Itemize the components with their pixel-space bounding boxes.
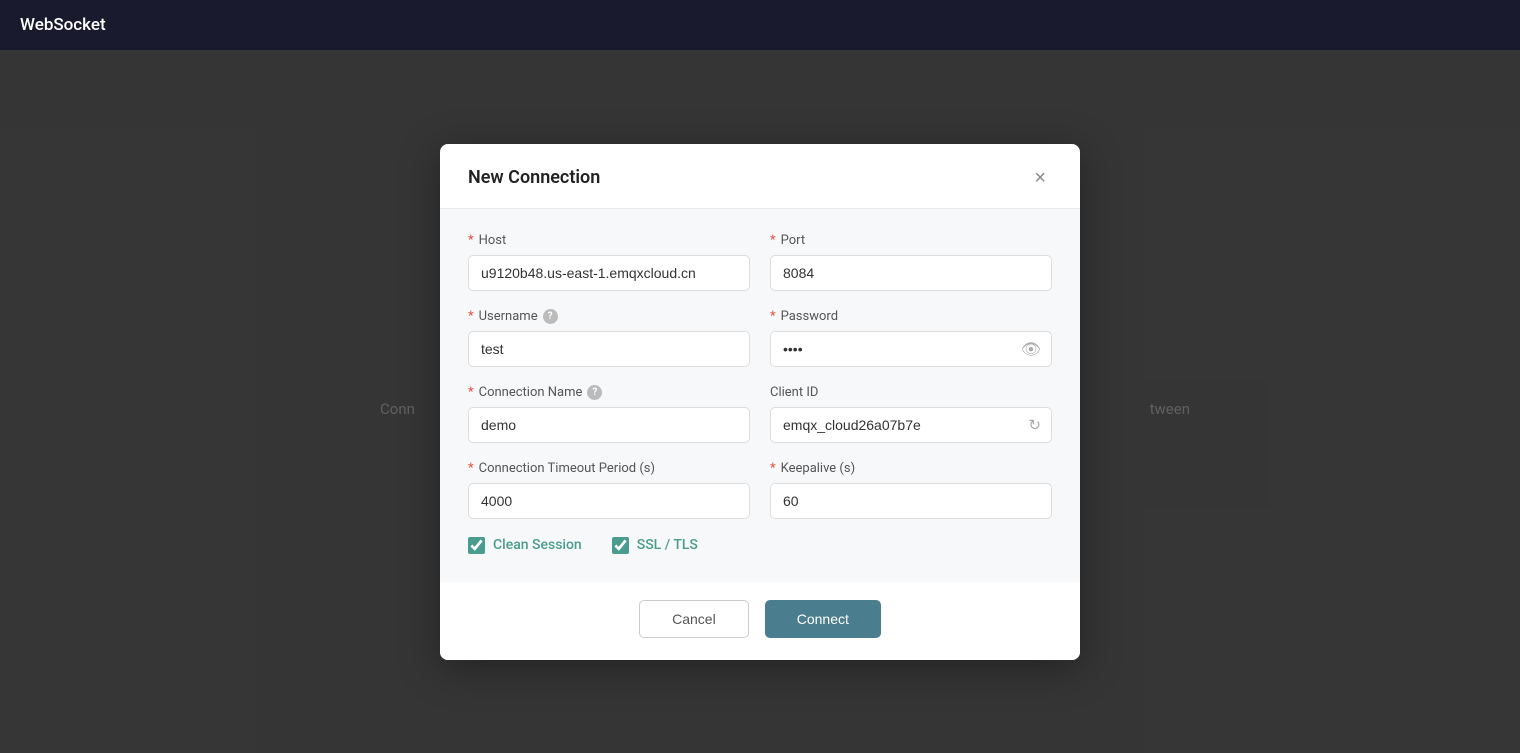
client-id-group: Client ID ↻ xyxy=(770,385,1052,443)
connect-button[interactable]: Connect xyxy=(765,600,881,638)
client-id-label: Client ID xyxy=(770,385,1052,400)
dialog-footer: Cancel Connect xyxy=(440,582,1080,660)
port-group: * Port xyxy=(770,233,1052,291)
username-required-star: * xyxy=(468,309,474,324)
keepalive-group: * Keepalive (s) xyxy=(770,461,1052,519)
topbar: WebSocket xyxy=(0,0,1520,50)
username-password-row: * Username ? * Password 👁 xyxy=(468,309,1052,367)
keepalive-label: * Keepalive (s) xyxy=(770,461,1052,476)
ssl-tls-checkbox[interactable] xyxy=(612,537,629,554)
dialog-title: New Connection xyxy=(468,167,600,188)
host-input[interactable] xyxy=(468,255,750,291)
host-group: * Host xyxy=(468,233,750,291)
timeout-required-star: * xyxy=(468,461,474,476)
connection-name-label: * Connection Name ? xyxy=(468,385,750,400)
dialog-header: New Connection × xyxy=(440,144,1080,209)
username-help-icon[interactable]: ? xyxy=(543,309,558,324)
connection-name-group: * Connection Name ? xyxy=(468,385,750,443)
checkbox-row: Clean Session SSL / TLS xyxy=(468,537,1052,554)
timeout-keepalive-row: * Connection Timeout Period (s) * Keepal… xyxy=(468,461,1052,519)
host-required-star: * xyxy=(468,233,474,248)
keepalive-input[interactable] xyxy=(770,483,1052,519)
password-required-star: * xyxy=(770,309,776,324)
ssl-tls-item[interactable]: SSL / TLS xyxy=(612,537,698,554)
timeout-group: * Connection Timeout Period (s) xyxy=(468,461,750,519)
conn-name-required-star: * xyxy=(468,385,474,400)
username-group: * Username ? xyxy=(468,309,750,367)
port-input[interactable] xyxy=(770,255,1052,291)
dialog-body: * Host * Port * xyxy=(440,209,1080,582)
client-id-refresh-icon[interactable]: ↻ xyxy=(1028,416,1041,434)
host-port-row: * Host * Port xyxy=(468,233,1052,291)
clean-session-label: Clean Session xyxy=(493,537,582,553)
port-label: * Port xyxy=(770,233,1052,248)
clean-session-item[interactable]: Clean Session xyxy=(468,537,582,554)
client-id-input-wrapper: ↻ xyxy=(770,407,1052,443)
connection-name-help-icon[interactable]: ? xyxy=(587,385,602,400)
host-label: * Host xyxy=(468,233,750,248)
password-input[interactable] xyxy=(770,331,1052,367)
password-toggle-icon[interactable]: 👁 xyxy=(1021,339,1041,358)
keepalive-required-star: * xyxy=(770,461,776,476)
username-label: * Username ? xyxy=(468,309,750,324)
timeout-label: * Connection Timeout Period (s) xyxy=(468,461,750,476)
background-area: Conn tween New Connection × * Host xyxy=(0,50,1520,753)
clean-session-checkbox[interactable] xyxy=(468,537,485,554)
ssl-tls-label: SSL / TLS xyxy=(637,537,698,553)
password-input-wrapper: 👁 xyxy=(770,331,1052,367)
password-group: * Password 👁 xyxy=(770,309,1052,367)
username-input[interactable] xyxy=(468,331,750,367)
password-label: * Password xyxy=(770,309,1052,324)
connection-name-client-id-row: * Connection Name ? Client ID ↻ xyxy=(468,385,1052,443)
cancel-button[interactable]: Cancel xyxy=(639,600,749,638)
client-id-input[interactable] xyxy=(770,407,1052,443)
timeout-input[interactable] xyxy=(468,483,750,519)
connection-name-input[interactable] xyxy=(468,407,750,443)
new-connection-dialog: New Connection × * Host * Port xyxy=(440,144,1080,660)
port-required-star: * xyxy=(770,233,776,248)
close-button[interactable]: × xyxy=(1028,166,1052,190)
app-title: WebSocket xyxy=(20,15,106,35)
